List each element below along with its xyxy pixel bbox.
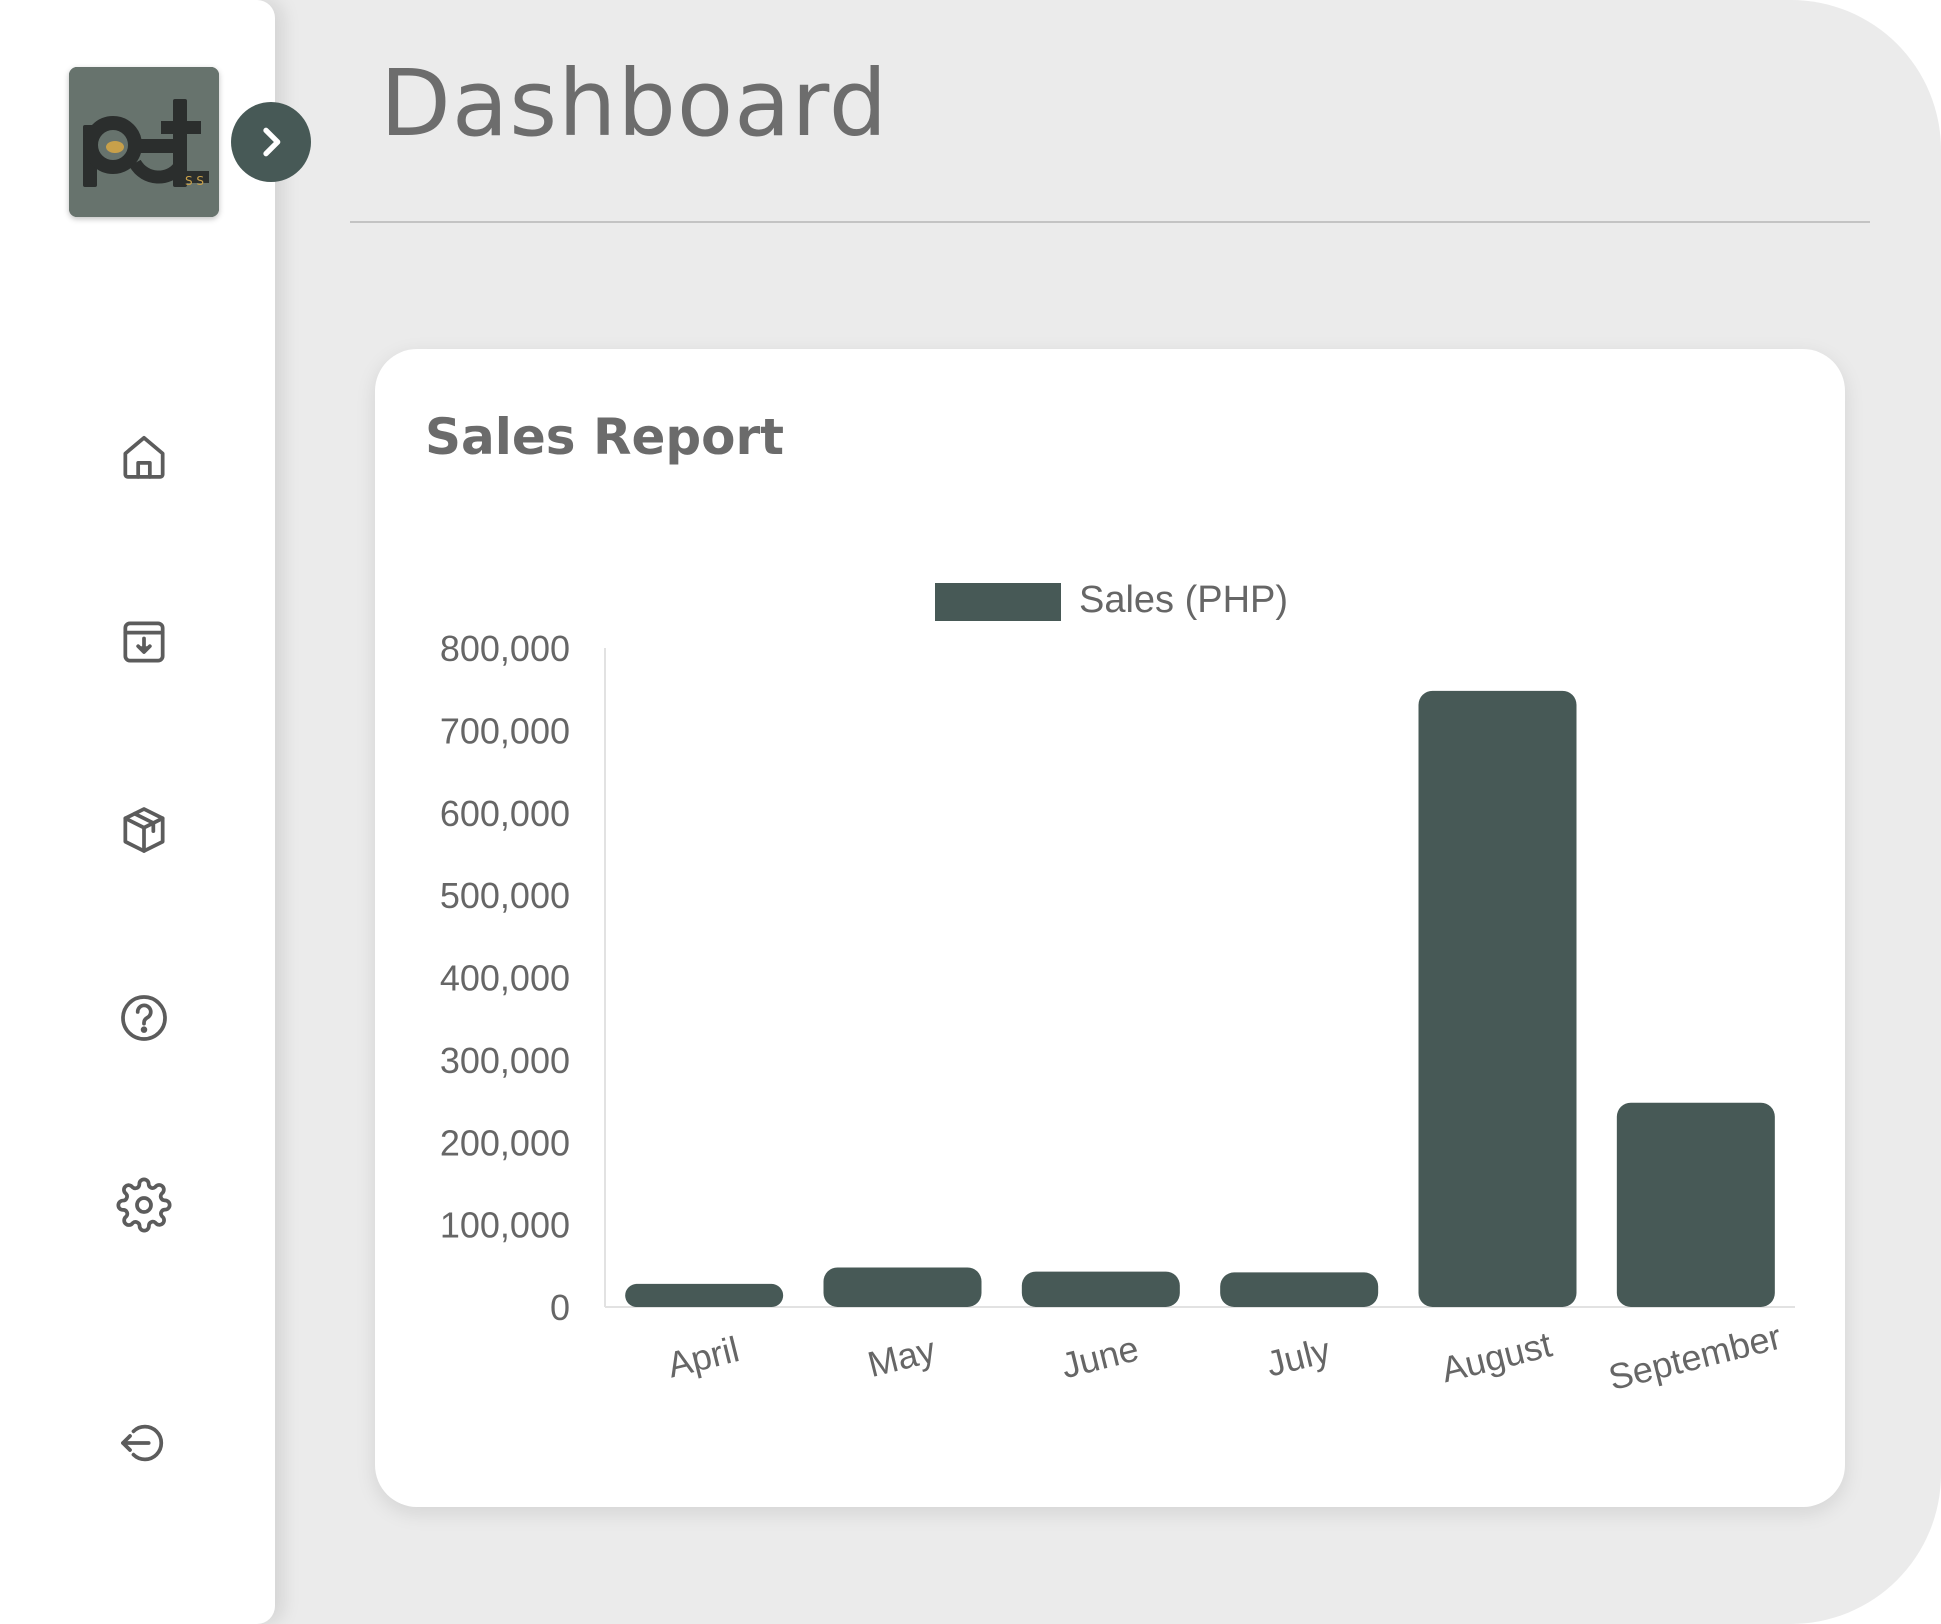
archive-download-icon [123, 621, 165, 663]
sales-bar-chart: Sales (PHP) 0 100,000 200,000 300,000 400,000… [440, 579, 1795, 1398]
bar [1220, 1272, 1379, 1307]
y-tick-label: 400,000 [440, 958, 570, 999]
box-icon [123, 807, 165, 853]
sidebar-toggle-button[interactable] [231, 102, 311, 182]
pet-logo-icon: S S [69, 67, 219, 217]
x-tick-label: May [864, 1329, 940, 1385]
sidebar-item-settings[interactable] [107, 1168, 181, 1242]
sidebar-item-home[interactable] [107, 420, 181, 494]
sales-report-card: Sales Report Sales (PHP) 0 100,000 200,000 3… [375, 349, 1845, 1507]
y-tick-label: 600,000 [440, 793, 570, 834]
y-tick-label: 100,000 [440, 1205, 570, 1246]
bar [1021, 1271, 1180, 1307]
x-tick-label: September [1604, 1316, 1785, 1398]
y-tick-label: 700,000 [440, 710, 570, 751]
sidebar-item-logout[interactable] [107, 1406, 181, 1480]
title-divider [350, 221, 1870, 223]
y-tick-label: 200,000 [440, 1122, 570, 1163]
page-title: Dashboard [380, 50, 889, 157]
app-frame: S S Dashboard Sales Report Sales (PHP) 0… [0, 0, 1941, 1624]
legend-swatch [935, 583, 1061, 621]
x-tick-label: April [663, 1328, 743, 1385]
legend-label: Sales (PHP) [1079, 579, 1288, 621]
y-tick-label: 500,000 [440, 875, 570, 916]
gear-icon [116, 1177, 172, 1233]
chevron-right-icon [263, 127, 281, 157]
x-tick-label: July [1262, 1329, 1334, 1384]
pet-logo: S S [69, 67, 219, 217]
sidebar-item-products[interactable] [107, 793, 181, 867]
logout-icon [121, 1424, 164, 1462]
bar [1616, 1102, 1775, 1307]
sidebar-item-inventory[interactable] [107, 605, 181, 679]
x-tick-label: August [1437, 1323, 1556, 1390]
y-tick-label: 0 [550, 1287, 570, 1328]
svg-text:S S: S S [185, 174, 204, 188]
x-tick-label: June [1057, 1328, 1143, 1387]
bar [823, 1267, 982, 1307]
y-tick-label: 800,000 [440, 628, 570, 669]
help-circle-icon [121, 995, 167, 1041]
bar [625, 1283, 784, 1307]
y-tick-label: 300,000 [440, 1040, 570, 1081]
bar [1418, 690, 1577, 1307]
home-icon [123, 436, 165, 479]
sidebar-item-help[interactable] [107, 981, 181, 1055]
sidebar: S S [0, 0, 275, 1624]
